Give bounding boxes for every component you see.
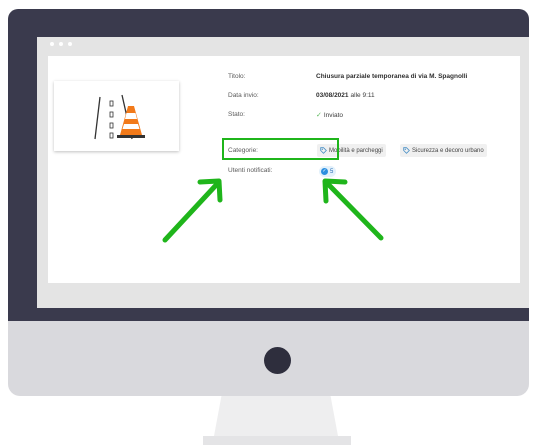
notified-users-badge[interactable]: ✓ 5 [319, 166, 337, 177]
title-value: Chiusura parziale temporanea di via M. S… [316, 73, 468, 80]
notification-thumbnail [54, 81, 179, 151]
window-dot [68, 42, 72, 46]
notification-detail-card: Titolo: Chiusura parziale temporanea di … [48, 56, 520, 283]
status-text: Inviato [323, 111, 344, 119]
title-label: Titolo: [228, 73, 246, 80]
monitor-stand-base [203, 436, 351, 445]
check-icon: ✓ [316, 112, 322, 119]
road-cone-icon [94, 94, 145, 140]
monitor-stand [214, 396, 338, 436]
window-dots [50, 42, 72, 46]
screen: Titolo: Chiusura parziale temporanea di … [37, 37, 529, 308]
tag-icon [403, 147, 410, 154]
send-date: 03/08/2021 [316, 92, 349, 99]
category-chip[interactable]: Sicurezza e decoro urbano [400, 144, 487, 157]
power-button [264, 347, 291, 374]
user-badge-icon: ✓ [321, 168, 328, 175]
status-label: Stato: [228, 111, 245, 118]
highlight-box [222, 138, 339, 160]
send-time: alle 9:11 [350, 92, 375, 99]
category-chip-label: Sicurezza e decoro urbano [412, 147, 484, 154]
send-date-label: Data invio: [228, 92, 259, 99]
notified-users-count: 5 [330, 168, 334, 175]
status-value: ✓ Inviato [316, 111, 344, 120]
notified-users-label: Utenti notificati: [228, 167, 273, 174]
window-dot [59, 42, 63, 46]
window-dot [50, 42, 54, 46]
send-date-value: 03/08/2021 alle 9:11 [316, 92, 375, 99]
